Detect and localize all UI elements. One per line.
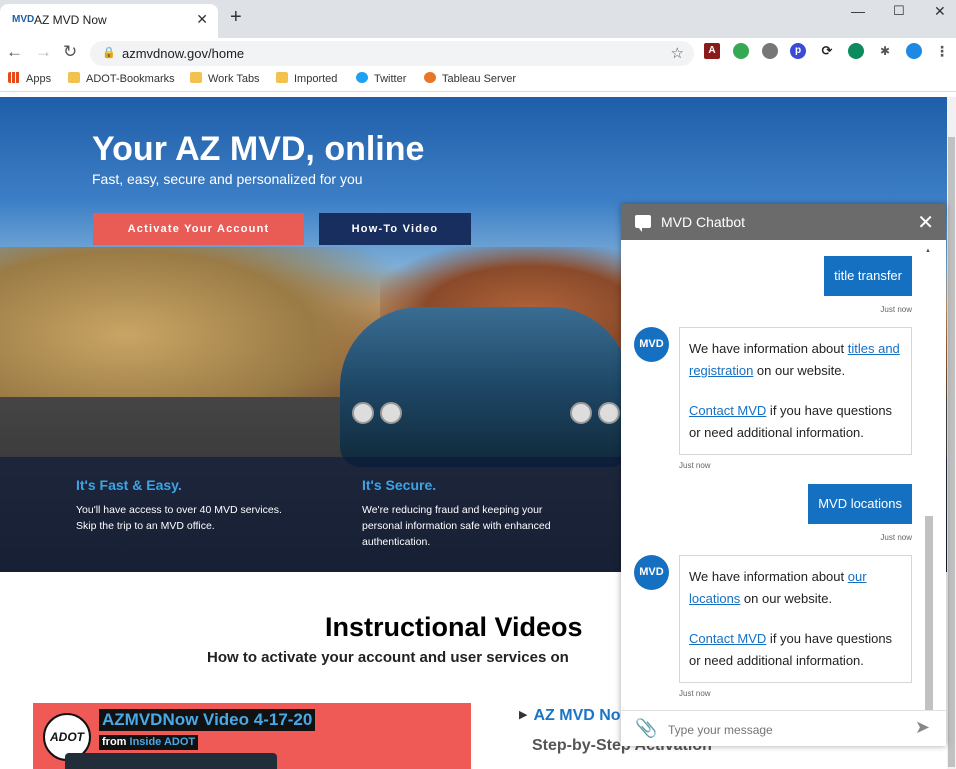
tab-title: AZ MVD Now xyxy=(34,13,107,27)
minimize-icon[interactable]: — xyxy=(851,3,865,19)
chat-message-input[interactable] xyxy=(668,720,898,740)
convertible-car-image xyxy=(340,307,630,467)
page-scrollbar[interactable] xyxy=(947,97,956,769)
apps-grid-icon xyxy=(8,72,20,83)
folder-icon xyxy=(68,72,80,83)
headlight xyxy=(570,402,592,424)
message-timestamp: Just now xyxy=(679,689,711,698)
folder-icon xyxy=(276,72,288,83)
chat-messages: title transfer Just now MVD We have info… xyxy=(621,240,946,710)
tableau-icon xyxy=(424,72,436,83)
bookmark-twitter[interactable]: Twitter xyxy=(356,72,406,85)
menu-kebab-icon[interactable]: ⋮ xyxy=(934,43,950,59)
bot-message: We have information about our locations … xyxy=(679,555,912,683)
browser-tab[interactable]: MVD AZ MVD Now ✕ xyxy=(0,4,218,38)
expand-triangle-icon: ▶ xyxy=(519,709,528,721)
close-window-icon[interactable]: ✕ xyxy=(934,3,946,20)
bookmarks-bar: Apps ADOT-Bookmarks Work Tabs Imported T… xyxy=(0,68,956,92)
close-chat-icon[interactable]: ✕ xyxy=(917,210,934,235)
activate-account-button[interactable]: Activate Your Account xyxy=(93,213,304,245)
hero-title: Your AZ MVD, online xyxy=(92,130,425,168)
hero-subtitle: Fast, easy, secure and personalized for … xyxy=(92,171,363,187)
address-toolbar: ← → ↻ 🔒 azmvdnow.gov/home ☆ A p ⟳ ✱ ⋮ xyxy=(0,38,956,68)
bookmark-tableau[interactable]: Tableau Server xyxy=(424,72,516,85)
extension-icon[interactable] xyxy=(733,43,749,59)
bookmark-work-tabs[interactable]: Work Tabs xyxy=(190,72,260,85)
page-scroll-thumb[interactable] xyxy=(948,137,955,767)
contact-mvd-link[interactable]: Contact MVD xyxy=(689,631,766,646)
how-to-video-button[interactable]: How-To Video xyxy=(319,213,471,245)
close-tab-icon[interactable]: ✕ xyxy=(196,11,208,28)
chat-bubble-icon xyxy=(635,215,651,232)
bookmark-imported[interactable]: Imported xyxy=(276,72,337,85)
bookmark-adot[interactable]: ADOT-Bookmarks xyxy=(68,72,175,85)
chat-scrollbar[interactable]: ▲ xyxy=(924,248,933,710)
bookmark-apps[interactable]: Apps xyxy=(8,72,51,85)
headlight xyxy=(380,402,402,424)
user-message: MVD locations xyxy=(808,484,912,524)
video-preview xyxy=(65,753,277,769)
feature-secure-heading: It's Secure. xyxy=(362,477,437,493)
maximize-icon[interactable]: ☐ xyxy=(893,3,905,19)
twitter-icon xyxy=(356,72,368,83)
video-source: from Inside ADOT xyxy=(99,735,199,750)
bot-avatar: MVD xyxy=(634,327,669,362)
chatbot-title: MVD Chatbot xyxy=(661,214,746,230)
profile-icon[interactable] xyxy=(906,43,922,59)
bookmark-star-icon[interactable]: ☆ xyxy=(671,44,684,62)
url-bar[interactable]: 🔒 azmvdnow.gov/home ☆ xyxy=(90,41,694,66)
az-mvd-now-link[interactable]: ▶ AZ MVD No xyxy=(519,707,621,725)
chat-input-row: 📎 ➤ xyxy=(621,710,946,746)
send-icon[interactable]: ➤ xyxy=(915,717,930,738)
video-title: AZMVDNow Video 4-17-20 xyxy=(99,709,316,731)
instructional-videos-title: Instructional Videos xyxy=(325,612,583,642)
headlight xyxy=(598,402,620,424)
folder-icon xyxy=(190,72,202,83)
message-timestamp: Just now xyxy=(679,461,711,470)
pdf-extension-icon[interactable]: A xyxy=(704,43,720,59)
mvd-favicon-icon: MVD xyxy=(12,14,35,25)
bot-message: We have information about titles and reg… xyxy=(679,327,912,455)
lock-icon: 🔒 xyxy=(102,47,116,59)
message-timestamp: Just now xyxy=(880,305,912,314)
paperclip-icon[interactable]: 📎 xyxy=(635,718,657,739)
back-icon[interactable]: ← xyxy=(6,42,23,62)
chat-scroll-thumb[interactable] xyxy=(925,516,933,710)
browser-tab-strip: MVD AZ MVD Now ✕ + — ☐ ✕ xyxy=(0,0,956,38)
message-timestamp: Just now xyxy=(880,533,912,542)
sync-icon[interactable]: ⟳ xyxy=(819,43,835,59)
headlight xyxy=(352,402,374,424)
extension-icon[interactable] xyxy=(762,43,778,59)
new-tab-icon[interactable]: + xyxy=(230,6,242,29)
extension-icon[interactable]: p xyxy=(790,43,806,59)
puzzle-icon[interactable]: ✱ xyxy=(877,43,893,59)
chatbot-header: MVD Chatbot ✕ xyxy=(621,204,946,240)
feature-fast-heading: It's Fast & Easy. xyxy=(76,477,182,493)
feature-secure-text: We're reducing fraud and keeping your pe… xyxy=(362,504,551,548)
reload-icon[interactable]: ↻ xyxy=(63,42,77,62)
chatbot-panel: MVD Chatbot ✕ title transfer Just now MV… xyxy=(621,204,946,746)
contact-mvd-link[interactable]: Contact MVD xyxy=(689,403,766,418)
bot-avatar: MVD xyxy=(634,555,669,590)
user-message: title transfer xyxy=(824,256,912,296)
instructional-videos-subtitle: How to activate your account and user se… xyxy=(207,649,569,666)
extension-icon[interactable] xyxy=(848,43,864,59)
url-text: azmvdnow.gov/home xyxy=(122,46,245,61)
forward-icon[interactable]: → xyxy=(35,42,52,62)
scroll-up-icon[interactable]: ▲ xyxy=(925,248,931,254)
video-thumbnail[interactable]: ADOT AZMVDNow Video 4-17-20 from Inside … xyxy=(33,703,471,769)
feature-fast-text: You'll have access to over 40 MVD servic… xyxy=(76,504,282,532)
